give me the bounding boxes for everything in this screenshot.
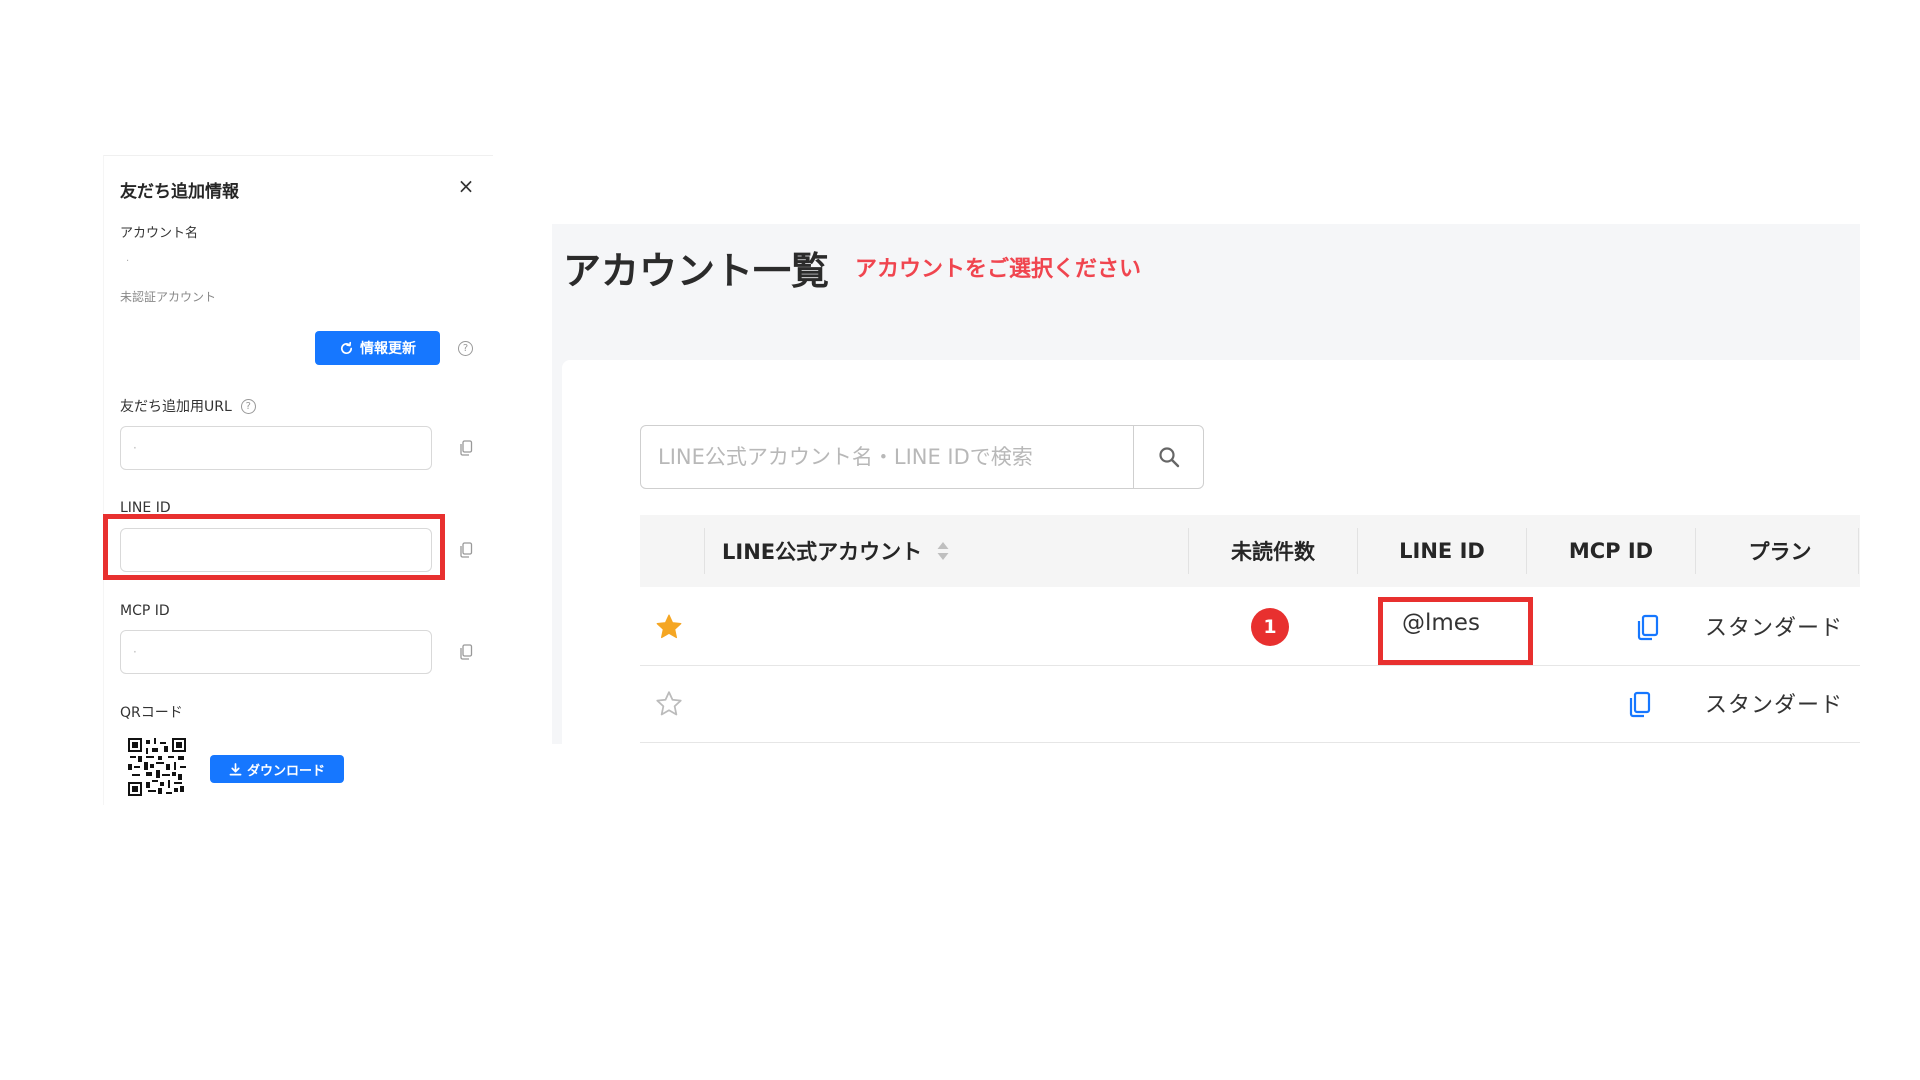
qr-download-button[interactable]: ダウンロード: [210, 755, 344, 783]
column-divider: [1858, 528, 1859, 574]
column-divider: [704, 528, 705, 574]
copy-icon[interactable]: [459, 440, 473, 456]
friend-url-field[interactable]: [120, 426, 432, 470]
help-icon[interactable]: ?: [240, 398, 256, 414]
unread-count-badge: 1: [1251, 608, 1289, 646]
search-icon: [1158, 447, 1179, 468]
panel-title: 友だち追加情報: [120, 182, 239, 202]
download-icon: [229, 762, 242, 775]
account-status-text: 未認証アカウント: [120, 290, 217, 304]
mcp-id-field[interactable]: [120, 630, 432, 674]
account-name-value: ·: [126, 256, 130, 267]
copy-icon[interactable]: [1627, 691, 1653, 719]
copy-icon[interactable]: [459, 542, 473, 558]
line-id-label: LINE ID: [120, 500, 171, 516]
plan-cell: スタンダード: [1705, 616, 1844, 641]
star-outline-icon[interactable]: [654, 689, 684, 719]
friend-add-info-panel: 友だち追加情報 × アカウント名 · 未認証アカウント 情報更新 ? 友だち追加…: [103, 155, 493, 805]
table-row[interactable]: 1 @lmes スタンダード: [640, 590, 1860, 666]
copy-icon[interactable]: [459, 644, 473, 660]
column-header-mcp-id: MCP ID: [1568, 539, 1654, 563]
close-icon[interactable]: ×: [456, 176, 476, 196]
copy-icon[interactable]: [1635, 614, 1661, 642]
select-account-notice: アカウントをご選択ください: [855, 257, 1142, 282]
sort-icon[interactable]: [936, 540, 950, 562]
column-header-line-id: LINE ID: [1399, 539, 1485, 563]
line-id-field[interactable]: [120, 528, 432, 572]
account-name-label: アカウント名: [120, 226, 199, 241]
refresh-icon: [340, 341, 353, 354]
account-search-input[interactable]: [640, 425, 1134, 489]
search-button[interactable]: [1133, 425, 1204, 489]
table-header: LINE公式アカウント 未読件数 LINE ID MCP ID プラン: [640, 515, 1860, 587]
help-icon[interactable]: ?: [458, 341, 473, 356]
column-header-unread: 未読件数: [1231, 540, 1315, 564]
refresh-info-button[interactable]: 情報更新: [315, 331, 440, 365]
friend-url-label-row: 友だち追加用URL ?: [120, 396, 256, 416]
refresh-info-label: 情報更新: [360, 341, 416, 357]
column-header-account-label: LINE公式アカウント: [722, 540, 923, 564]
mcp-id-label: MCP ID: [120, 603, 170, 619]
column-header-account[interactable]: LINE公式アカウント: [722, 515, 950, 587]
friend-url-label: 友だち追加用URL: [120, 399, 232, 415]
qr-code-icon: [128, 738, 186, 796]
download-label: ダウンロード: [246, 763, 325, 779]
star-filled-icon[interactable]: [654, 612, 684, 642]
table-row[interactable]: スタンダード: [640, 667, 1860, 743]
page-title: アカウント一覧: [563, 249, 830, 293]
column-header-plan: プラン: [1748, 540, 1812, 564]
qr-code-label: QRコード: [120, 705, 183, 721]
plan-cell: スタンダード: [1705, 693, 1844, 718]
line-id-cell: @lmes: [1402, 610, 1480, 636]
